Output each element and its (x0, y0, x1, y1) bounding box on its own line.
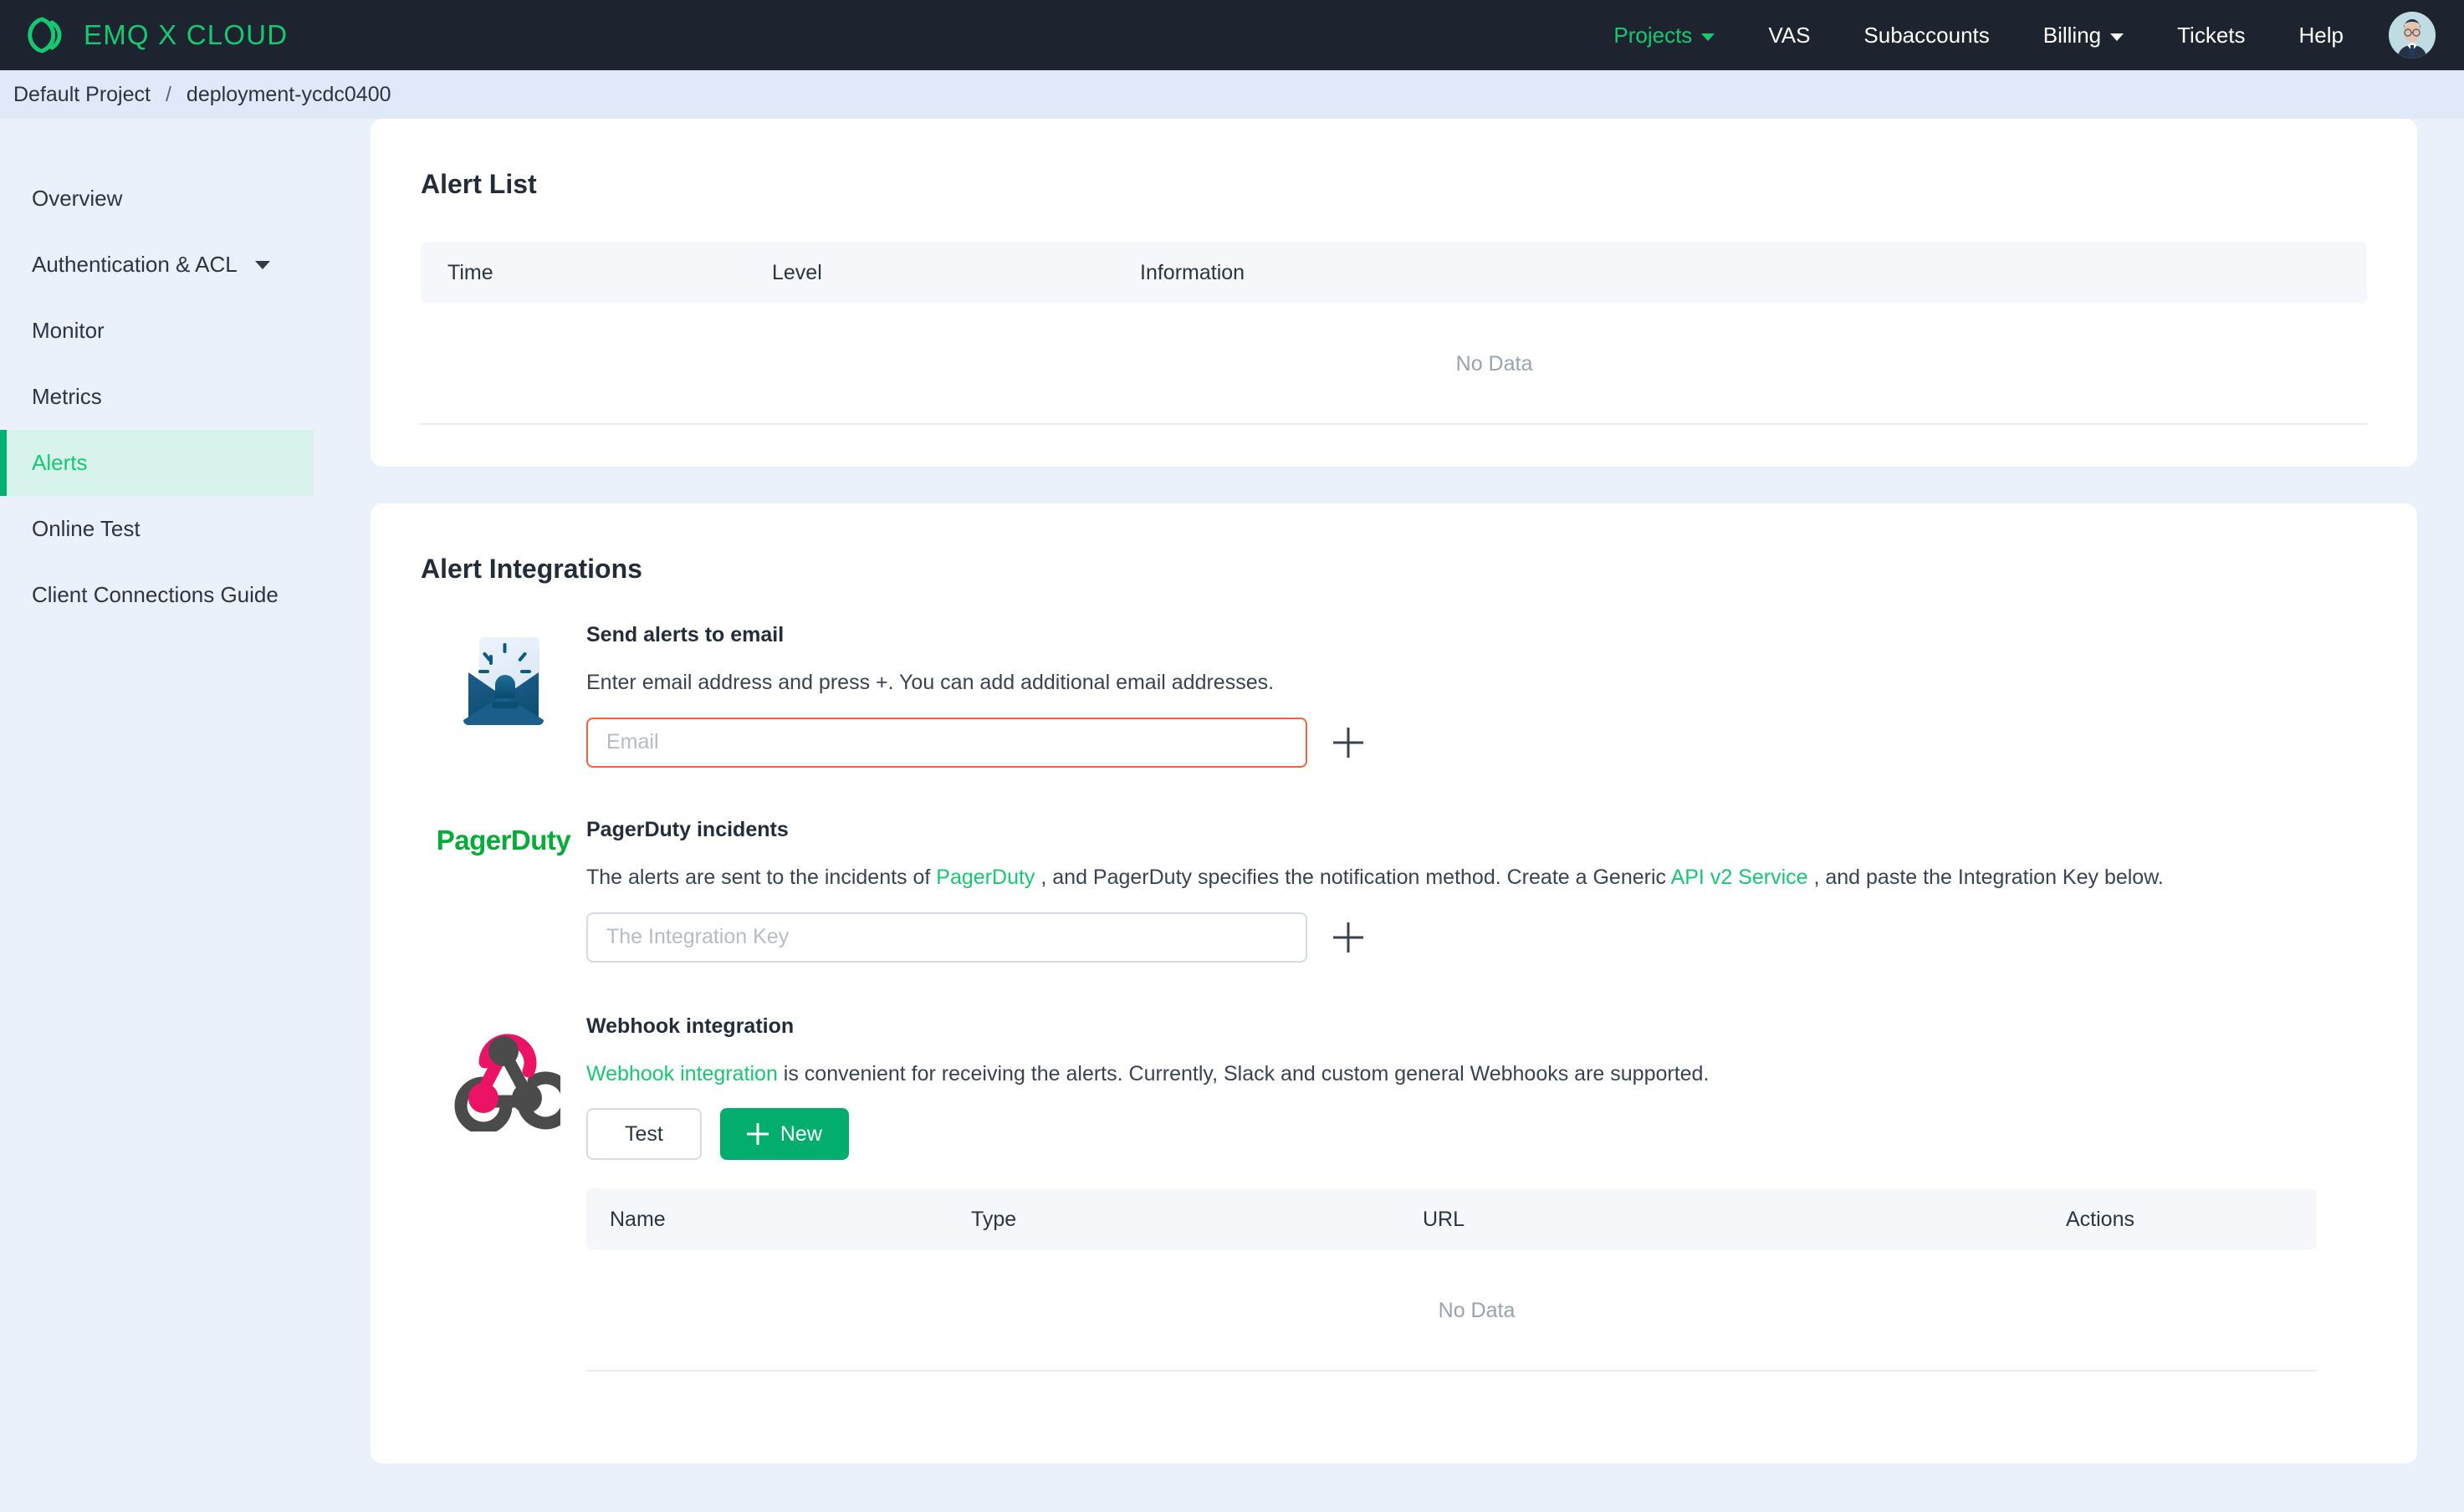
nav-item-help[interactable]: Help (2272, 0, 2370, 70)
sidebar-item-overview[interactable]: Overview (0, 166, 314, 232)
sidebar-item-label: Online Test (32, 516, 141, 541)
column-header-name: Name (610, 1207, 666, 1231)
add-email-button[interactable] (1326, 720, 1371, 765)
email-integration-title: Send alerts to email (586, 623, 785, 646)
nav-item-vas[interactable]: VAS (1741, 0, 1837, 70)
pagerduty-input-row (586, 912, 2367, 963)
sidebar-item-label: Metrics (32, 384, 102, 409)
sidebar: Overview Authentication & ACL Monitor Me… (0, 119, 371, 1512)
nav-item-tickets[interactable]: Tickets (2150, 0, 2272, 70)
sidebar-item-online-test[interactable]: Online Test (0, 496, 314, 562)
sidebar-item-label: Authentication & ACL (32, 252, 238, 277)
page-body: Overview Authentication & ACL Monitor Me… (0, 119, 2464, 1512)
alert-list-title: Alert List (421, 169, 537, 199)
alert-integrations-title: Alert Integrations (421, 554, 642, 584)
breadcrumb: Default Project / deployment-ycdc0400 (0, 70, 2464, 119)
webhook-empty-text: No Data (1438, 1299, 1516, 1323)
email-integration-description: Enter email address and press +. You can… (586, 671, 1275, 694)
alert-list-card: Alert List Time Level Information No Dat… (371, 119, 2417, 467)
webhook-desc-rest: is convenient for receiving the alerts. … (777, 1061, 1710, 1085)
integration-pagerduty: PagerDuty PagerDuty incidents The alerts… (371, 818, 2417, 963)
webhook-integration-link[interactable]: Webhook integration (586, 1062, 778, 1085)
pagerduty-integration-body: PagerDuty incidents The alerts are sent … (586, 818, 2417, 963)
breadcrumb-separator: / (165, 82, 171, 106)
alert-integrations-card: Alert Integrations Send alerts to email … (371, 503, 2417, 1464)
nav-item-label: Subaccounts (1863, 22, 1990, 48)
sidebar-item-client-connections-guide[interactable]: Client Connections Guide (0, 562, 314, 628)
integration-email: Send alerts to email Enter email address… (371, 623, 2417, 768)
nav-item-label: Projects (1613, 22, 1693, 48)
email-input-row (586, 717, 2367, 768)
column-header-time: Time (447, 260, 493, 284)
brand-title: EMQ X CLOUD (84, 19, 289, 50)
column-header-actions: Actions (2066, 1207, 2134, 1231)
pagerduty-integration-description: The alerts are sent to the incidents of … (586, 864, 2367, 892)
emqx-logo-icon (22, 13, 67, 58)
breadcrumb-project[interactable]: Default Project (13, 83, 151, 107)
sidebar-item-label: Client Connections Guide (32, 582, 279, 607)
column-header-information: Information (1140, 260, 1245, 284)
sidebar-item-authentication-acl[interactable]: Authentication & ACL (0, 232, 314, 298)
breadcrumb-deployment[interactable]: deployment-ycdc0400 (187, 83, 391, 107)
new-webhook-label: New (780, 1121, 822, 1146)
webhook-table: Name Type URL Actions No Data (586, 1188, 2367, 1372)
sidebar-item-label: Overview (32, 186, 123, 211)
api-v2-service-link[interactable]: API v2 Service (1671, 866, 1808, 889)
alert-list-table: Time Level Information No Data (371, 200, 2417, 425)
chevron-down-icon (2110, 33, 2124, 41)
sidebar-item-label: Monitor (32, 318, 105, 343)
webhook-integration-title: Webhook integration (586, 1014, 795, 1038)
nav-item-projects[interactable]: Projects (1587, 0, 1741, 70)
webhook-integration-description: Webhook integration is convenient for re… (586, 1060, 2367, 1089)
pagerduty-link[interactable]: PagerDuty (936, 866, 1035, 889)
nav-item-label: Tickets (2177, 22, 2246, 48)
column-header-type: Type (971, 1207, 1017, 1231)
sidebar-item-monitor[interactable]: Monitor (0, 298, 314, 364)
card-spacer (371, 425, 2417, 467)
email-field[interactable] (586, 717, 1307, 768)
pagerduty-desc-part2: , and PagerDuty specifies the notificati… (1035, 865, 1671, 889)
nav-item-label: VAS (1768, 22, 1811, 48)
add-integration-key-button[interactable] (1326, 915, 1371, 960)
email-integration-body: Send alerts to email Enter email address… (586, 623, 2417, 768)
chevron-down-icon (1701, 33, 1715, 41)
email-alert-icon (421, 623, 586, 768)
nav-item-label: Help (2298, 22, 2344, 48)
sidebar-item-label: Alerts (32, 450, 88, 475)
plus-icon (747, 1123, 769, 1145)
pagerduty-desc-part1: The alerts are sent to the incidents of (586, 865, 937, 889)
integration-webhook: Webhook integration Webhook integration … (371, 1014, 2417, 1372)
pagerduty-logo-icon: PagerDuty (421, 818, 586, 963)
column-header-level: Level (772, 260, 822, 284)
top-navigation-bar: EMQ X CLOUD Projects VAS Subaccounts Bil… (0, 0, 2464, 70)
test-button[interactable]: Test (586, 1108, 702, 1161)
alert-list-empty-text: No Data (1455, 352, 1533, 375)
sidebar-item-alerts[interactable]: Alerts (0, 430, 314, 496)
webhook-logo-icon (421, 1014, 586, 1372)
table-header-row: Name Type URL Actions (586, 1188, 2317, 1251)
webhook-button-row: Test New (586, 1108, 2367, 1161)
brand-logo-group[interactable]: EMQ X CLOUD (22, 13, 288, 58)
pagerduty-desc-part3: , and paste the Integration Key below. (1807, 865, 2164, 889)
webhook-integration-body: Webhook integration Webhook integration … (586, 1014, 2417, 1372)
nav-item-subaccounts[interactable]: Subaccounts (1837, 0, 2016, 70)
pagerduty-integration-title: PagerDuty incidents (586, 817, 789, 841)
table-bottom-divider (586, 1370, 2317, 1372)
main-content: Alert List Time Level Information No Dat… (371, 119, 2464, 1512)
column-header-url: URL (1423, 1207, 1465, 1231)
nav-item-label: Billing (2042, 22, 2102, 48)
new-webhook-button[interactable]: New (719, 1108, 849, 1161)
table-header-row: Time Level Information (421, 242, 2367, 304)
sidebar-item-metrics[interactable]: Metrics (0, 364, 314, 430)
nav-item-billing[interactable]: Billing (2017, 0, 2150, 70)
integration-key-field[interactable] (586, 912, 1307, 963)
card-spacer (371, 1372, 2417, 1463)
pagerduty-logo-text: PagerDuty (436, 824, 571, 856)
avatar[interactable] (2389, 12, 2436, 59)
nav-items-group: Projects VAS Subaccounts Billing Tickets… (1587, 0, 2464, 70)
chevron-down-icon (255, 260, 270, 269)
